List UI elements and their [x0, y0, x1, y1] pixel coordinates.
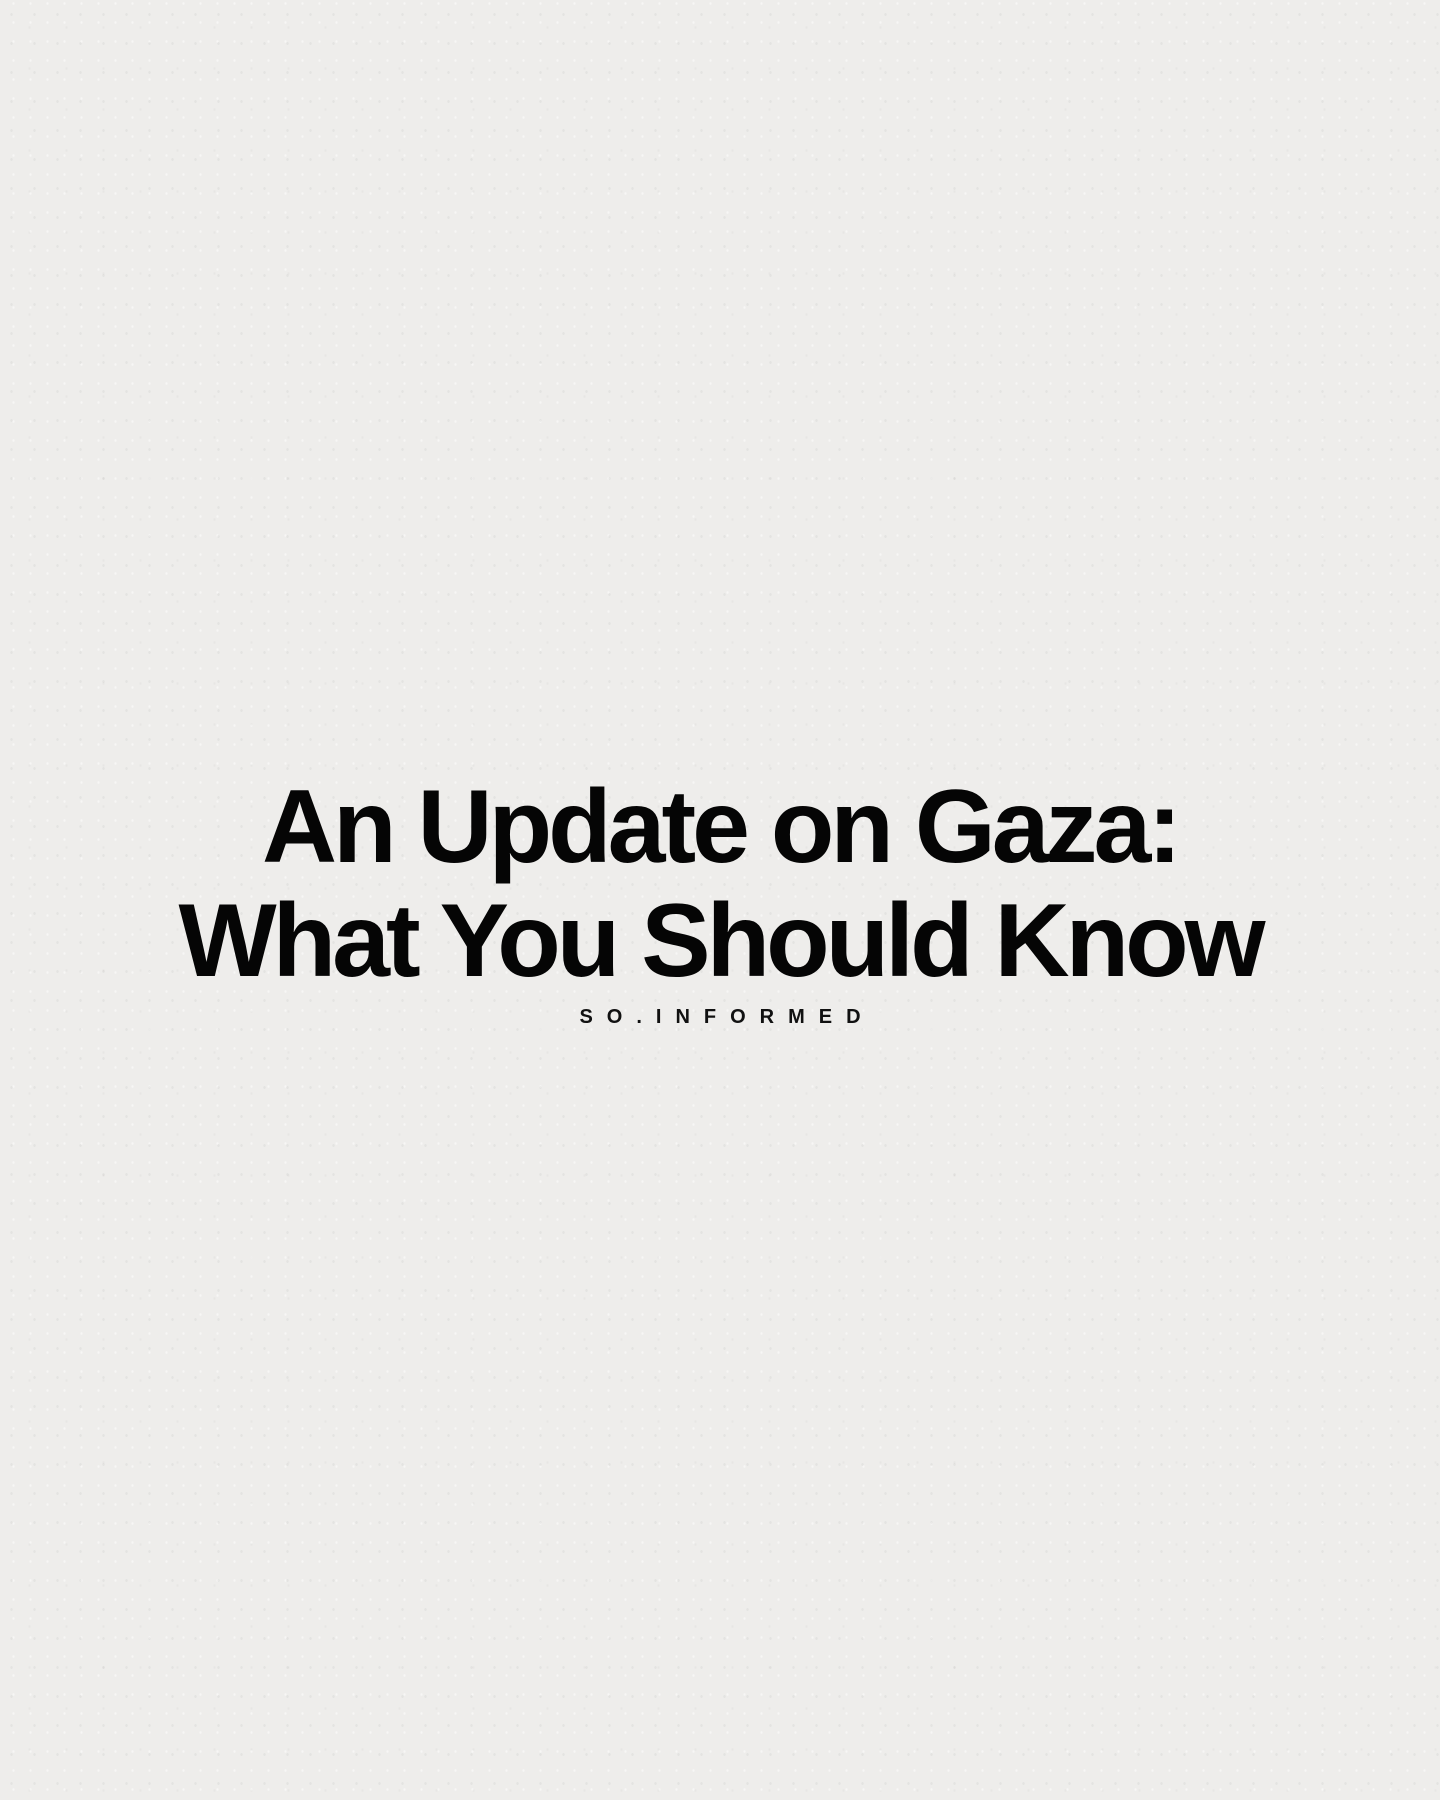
brand-wordmark: SO.INFORMED	[579, 1006, 875, 1028]
headline: An Update on Gaza: What You Should Know	[0, 770, 1440, 998]
title-slide: An Update on Gaza: What You Should Know …	[0, 0, 1440, 1800]
headline-line-2: What You Should Know	[178, 883, 1265, 999]
headline-line-1: An Update on Gaza:	[261, 769, 1182, 885]
